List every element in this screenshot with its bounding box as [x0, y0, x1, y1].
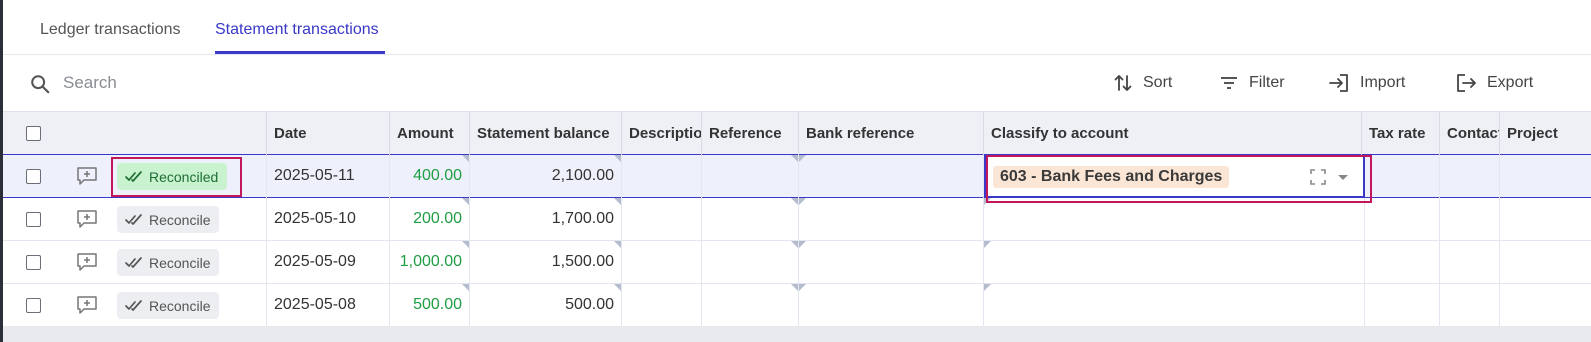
filter-icon [1221, 77, 1237, 89]
sort-icon [1114, 75, 1132, 91]
tax-rate-cell[interactable] [1365, 241, 1440, 284]
export-icon [1457, 74, 1476, 92]
import-icon [1329, 74, 1348, 92]
add-note-icon[interactable] [76, 295, 98, 315]
double-check-icon [125, 256, 142, 268]
table-row[interactable]: Reconcile 2025-05-08 500.00 500.00 [3, 284, 1591, 327]
active-tab-indicator [215, 51, 385, 54]
import-button[interactable]: Import [1328, 69, 1405, 97]
row-actions-cell: Reconcile [3, 198, 267, 241]
sort-label: Sort [1143, 74, 1173, 91]
statement-balance-cell[interactable]: 2,100.00 [470, 155, 622, 198]
double-check-icon [125, 213, 142, 225]
row-checkbox[interactable] [26, 169, 41, 184]
header-reference[interactable]: Reference [702, 112, 799, 155]
row-actions-cell: Reconcile [3, 284, 267, 327]
project-cell[interactable] [1500, 198, 1591, 241]
status-label: Reconcile [149, 211, 211, 228]
amount-cell[interactable]: 400.00 [390, 155, 470, 198]
header-bank-reference[interactable]: Bank reference [799, 112, 984, 155]
double-check-icon [125, 299, 142, 311]
tab-bar: Ledger transactions Statement transactio… [3, 0, 1591, 55]
reconciled-highlight [111, 157, 242, 197]
project-cell[interactable] [1500, 284, 1591, 327]
reference-cell[interactable] [702, 284, 799, 327]
row-checkbox[interactable] [26, 212, 41, 227]
import-label: Import [1360, 74, 1406, 91]
header-project[interactable]: Project [1500, 112, 1591, 155]
reconcile-button[interactable]: Reconcile [117, 292, 220, 319]
header-classify-to-account[interactable]: Classify to account [984, 112, 1362, 155]
reference-cell[interactable] [702, 241, 799, 284]
description-cell[interactable] [622, 155, 702, 198]
table-row[interactable]: Reconcile 2025-05-09 1,000.00 1,500.00 [3, 241, 1591, 284]
table-row[interactable]: Reconcile 2025-05-10 200.00 1,700.00 [3, 198, 1591, 241]
description-cell[interactable] [622, 198, 702, 241]
search-input[interactable] [63, 69, 363, 97]
statement-balance-cell[interactable]: 1,700.00 [470, 198, 622, 241]
bank-reference-cell[interactable] [799, 241, 984, 284]
project-cell[interactable] [1500, 241, 1591, 284]
filter-button[interactable]: Filter [1219, 69, 1285, 97]
contact-cell[interactable] [1440, 198, 1500, 241]
reference-cell[interactable] [702, 198, 799, 241]
select-all-checkbox[interactable] [26, 126, 41, 141]
project-cell[interactable] [1500, 155, 1591, 198]
toolbar: Sort Filter Import Export [3, 55, 1591, 112]
transactions-grid: Date Amount Statement balance Descriptio… [3, 112, 1591, 342]
bank-reference-cell[interactable] [799, 198, 984, 241]
header-statement-balance[interactable]: Statement balance [470, 112, 622, 155]
add-note-icon[interactable] [76, 252, 98, 272]
reconcile-button[interactable]: Reconcile [117, 206, 220, 233]
export-button[interactable]: Export [1455, 69, 1533, 97]
tab-ledger-transactions[interactable]: Ledger transactions [40, 0, 181, 55]
account-highlight [986, 155, 1372, 203]
contact-cell[interactable] [1440, 155, 1500, 198]
contact-cell[interactable] [1440, 284, 1500, 327]
bank-reference-cell[interactable] [799, 284, 984, 327]
header-tax-rate[interactable]: Tax rate [1362, 112, 1440, 155]
header-select-cell [3, 112, 267, 155]
description-cell[interactable] [622, 241, 702, 284]
row-checkbox[interactable] [26, 298, 41, 313]
sort-button[interactable]: Sort [1113, 69, 1172, 97]
filter-label: Filter [1249, 74, 1285, 91]
header-contact[interactable]: Contact [1440, 112, 1500, 155]
date-cell[interactable]: 2025-05-10 [267, 198, 390, 241]
add-note-icon[interactable] [76, 166, 98, 186]
amount-cell[interactable]: 1,000.00 [390, 241, 470, 284]
statement-balance-cell[interactable]: 500.00 [470, 284, 622, 327]
classify-account-cell[interactable] [984, 284, 1365, 327]
classify-account-cell[interactable] [984, 198, 1365, 241]
tax-rate-cell[interactable] [1365, 284, 1440, 327]
status-label: Reconcile [149, 254, 211, 271]
bank-reference-cell[interactable] [799, 155, 984, 198]
header-amount[interactable]: Amount [390, 112, 470, 155]
description-cell[interactable] [622, 284, 702, 327]
reconcile-button[interactable]: Reconcile [117, 249, 220, 276]
horizontal-scrollbar[interactable] [3, 326, 1591, 342]
grid-header: Date Amount Statement balance Descriptio… [3, 112, 1591, 155]
date-cell[interactable]: 2025-05-09 [267, 241, 390, 284]
classify-account-cell[interactable] [984, 241, 1365, 284]
tab-statement-transactions[interactable]: Statement transactions [215, 0, 379, 55]
date-cell[interactable]: 2025-05-11 [267, 155, 390, 198]
date-cell[interactable]: 2025-05-08 [267, 284, 390, 327]
header-date[interactable]: Date [267, 112, 390, 155]
header-description[interactable]: Description [622, 112, 702, 155]
tax-rate-cell[interactable] [1365, 198, 1440, 241]
row-actions-cell: Reconcile [3, 241, 267, 284]
search-icon [31, 75, 50, 94]
contact-cell[interactable] [1440, 241, 1500, 284]
amount-cell[interactable]: 200.00 [390, 198, 470, 241]
add-note-icon[interactable] [76, 209, 98, 229]
row-checkbox[interactable] [26, 255, 41, 270]
status-label: Reconcile [149, 297, 211, 314]
amount-cell[interactable]: 500.00 [390, 284, 470, 327]
tax-rate-cell[interactable] [1365, 155, 1440, 198]
export-label: Export [1487, 74, 1534, 91]
statement-balance-cell[interactable]: 1,500.00 [470, 241, 622, 284]
reference-cell[interactable] [702, 155, 799, 198]
